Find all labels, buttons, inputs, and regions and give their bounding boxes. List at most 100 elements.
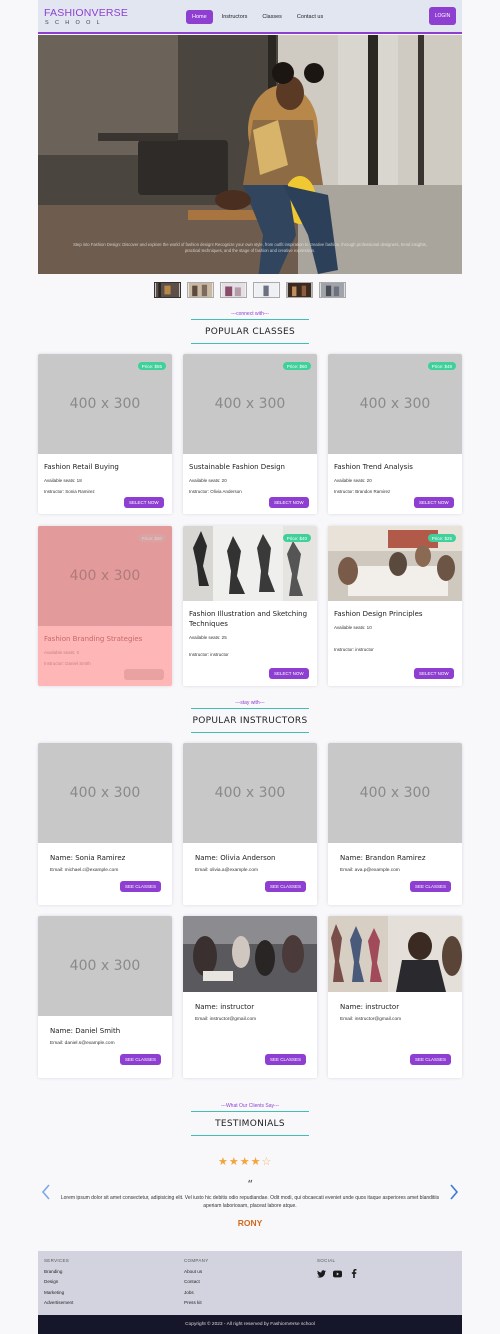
instructor-card: Name: instructor Email: instructor@gmail… — [328, 916, 462, 1078]
divider — [191, 708, 309, 709]
footer-link[interactable]: Contact — [184, 1279, 209, 1284]
instructors-section-heading: ---stay with--- POPULAR INSTRUCTORS — [0, 700, 500, 733]
available-seats: Available seats: 25 — [189, 635, 227, 640]
footer-link[interactable]: About us — [184, 1269, 209, 1274]
twitter-icon[interactable] — [317, 1269, 326, 1278]
thumbnail[interactable] — [220, 282, 247, 298]
site-header: FASHIONVERSE SCHOOL Home Instructors Cla… — [38, 0, 462, 34]
chevron-left-icon[interactable] — [40, 1183, 52, 1201]
class-instructor: Instructor: instructor — [334, 647, 374, 652]
thumbnail[interactable] — [253, 282, 280, 298]
see-classes-button[interactable]: SEE CLASSES — [265, 881, 307, 892]
main-nav: Home Instructors Classes Contact us — [186, 10, 329, 24]
facebook-icon[interactable] — [349, 1269, 358, 1278]
hero-carousel[interactable]: Step into Fashion Design: Discover and e… — [38, 35, 462, 274]
class-name: Fashion Illustration and Sketching Techn… — [189, 610, 308, 628]
class-instructor: Instructor: Sonia Ramirez — [44, 489, 95, 494]
star-filled-icon: ★ — [239, 1156, 250, 1168]
star-filled-icon: ★ — [228, 1156, 239, 1168]
footer-social: SOCIAL — [317, 1258, 358, 1278]
select-now-button[interactable]: SELECT NOW — [269, 668, 309, 679]
instructor-card: Name: instructor Email: instructor@gmail… — [183, 916, 317, 1078]
select-now-button[interactable]: SELECT NOW — [124, 497, 164, 508]
class-instructor: Instructor: Daniel Smith — [44, 661, 91, 666]
testimonial-text: Lorem ipsum dolor sit amet consectetur, … — [60, 1195, 440, 1209]
nav-home[interactable]: Home — [186, 10, 213, 24]
site-logo[interactable]: FASHIONVERSE SCHOOL — [44, 8, 128, 27]
see-classes-button[interactable]: SEE CLASSES — [410, 1054, 452, 1065]
thumbnail[interactable] — [319, 282, 346, 298]
class-card: Price: $40 Fashion Illustration and Sket… — [183, 526, 317, 686]
select-now-button[interactable]: SELECT NOW — [414, 497, 454, 508]
copyright-bar: Copyright © 2023 - All right reserved by… — [38, 1315, 462, 1334]
see-classes-button[interactable]: SEE CLASSES — [120, 1054, 162, 1065]
testimonial-author: RONY — [237, 1218, 263, 1228]
instructor-card: 400 x 300 Name: Olivia Anderson Email: o… — [183, 743, 317, 905]
instructor-name: Name: instructor — [340, 1003, 400, 1011]
chevron-right-icon[interactable] — [448, 1183, 460, 1201]
footer-link[interactable]: Press kit — [184, 1300, 209, 1305]
footer-link[interactable]: Design — [44, 1279, 73, 1284]
class-name: Fashion Trend Analysis — [334, 463, 413, 471]
youtube-icon[interactable] — [333, 1269, 342, 1278]
star-filled-icon: ★ — [250, 1156, 261, 1168]
section-title: POPULAR INSTRUCTORS — [192, 716, 308, 726]
star-outline-icon: ☆ — [261, 1156, 272, 1168]
select-now-button[interactable]: SELECT NOW — [269, 497, 309, 508]
thumbnail[interactable] — [286, 282, 313, 298]
instructor-image-placeholder: 400 x 300 — [38, 743, 172, 843]
instructor-image-class — [183, 916, 317, 992]
select-now-button[interactable]: SELECT NOW — [414, 668, 454, 679]
footer-company: COMPANY About us Contact Jobs Press kit — [184, 1258, 209, 1310]
nav-contact[interactable]: Contact us — [291, 10, 329, 24]
logo-title: FASHIONVERSE — [44, 7, 129, 19]
instructor-name: Name: Daniel Smith — [50, 1027, 121, 1035]
footer-heading: SOCIAL — [317, 1258, 336, 1263]
rating-stars: ★ ★ ★ ★ ☆ — [218, 1157, 271, 1168]
footer-services: SERVICES Branding Design Marketing Adver… — [44, 1258, 73, 1310]
thumbnail[interactable] — [154, 282, 181, 298]
footer-link[interactable]: Jobs — [184, 1290, 209, 1295]
price-badge: Price: $48 — [427, 362, 456, 370]
instructor-name: Name: Brandon Ramirez — [340, 854, 426, 862]
section-title: POPULAR CLASSES — [204, 327, 295, 337]
instructor-image-studio — [328, 916, 462, 992]
nav-instructors[interactable]: Instructors — [216, 10, 254, 24]
testimonials-section-heading: ---What Our Clients Say--- TESTIMONIALS — [0, 1103, 500, 1136]
class-name: Fashion Retail Buying — [44, 463, 119, 471]
divider — [191, 1111, 309, 1112]
nav-classes[interactable]: Classes — [256, 10, 288, 24]
footer-link[interactable]: Marketing — [44, 1290, 73, 1295]
thumbnail[interactable] — [187, 282, 214, 298]
available-seats: Available seats: 18 — [44, 478, 82, 483]
available-seats: Available seats: 0 — [44, 650, 80, 655]
logo-subtitle: SCHOOL — [45, 20, 107, 26]
divider — [191, 343, 309, 344]
see-classes-button[interactable]: SEE CLASSES — [120, 881, 162, 892]
login-button[interactable]: LOGIN — [429, 7, 456, 25]
footer-heading: COMPANY — [184, 1258, 209, 1263]
section-subtitle: ---What Our Clients Say--- — [220, 1103, 280, 1109]
class-instructor: Instructor: Olivia Anderson — [189, 489, 242, 494]
divider — [191, 1135, 309, 1136]
instructor-image-placeholder: 400 x 300 — [328, 743, 462, 843]
carousel-thumbnails — [154, 282, 346, 298]
price-badge: Price: $60 — [282, 362, 311, 370]
divider — [191, 319, 309, 320]
footer-link[interactable]: Branding — [44, 1269, 73, 1274]
class-card: 400 x 300 Price: $60 Sustainable Fashion… — [183, 354, 317, 514]
footer-link[interactable]: Advertisement — [44, 1300, 73, 1305]
select-now-button-disabled: SELECT NOW — [124, 669, 164, 680]
see-classes-button[interactable]: SEE CLASSES — [265, 1054, 307, 1065]
price-badge: Price: $40 — [282, 534, 311, 542]
price-badge: Price: $55 — [137, 362, 166, 370]
section-subtitle: ---stay with--- — [235, 700, 265, 706]
class-card-unavailable: 400 x 300 Price: $50 Fashion Branding St… — [38, 526, 172, 686]
instructor-email: Email: daniel.s@example.com — [50, 1041, 115, 1046]
available-seats: Available seats: 20 — [189, 478, 227, 483]
instructor-image-placeholder: 400 x 300 — [183, 743, 317, 843]
section-title: TESTIMONIALS — [215, 1119, 285, 1129]
class-name: Sustainable Fashion Design — [189, 463, 285, 471]
instructor-email: Email: instructor@gmail.com — [195, 1017, 257, 1022]
see-classes-button[interactable]: SEE CLASSES — [410, 881, 452, 892]
